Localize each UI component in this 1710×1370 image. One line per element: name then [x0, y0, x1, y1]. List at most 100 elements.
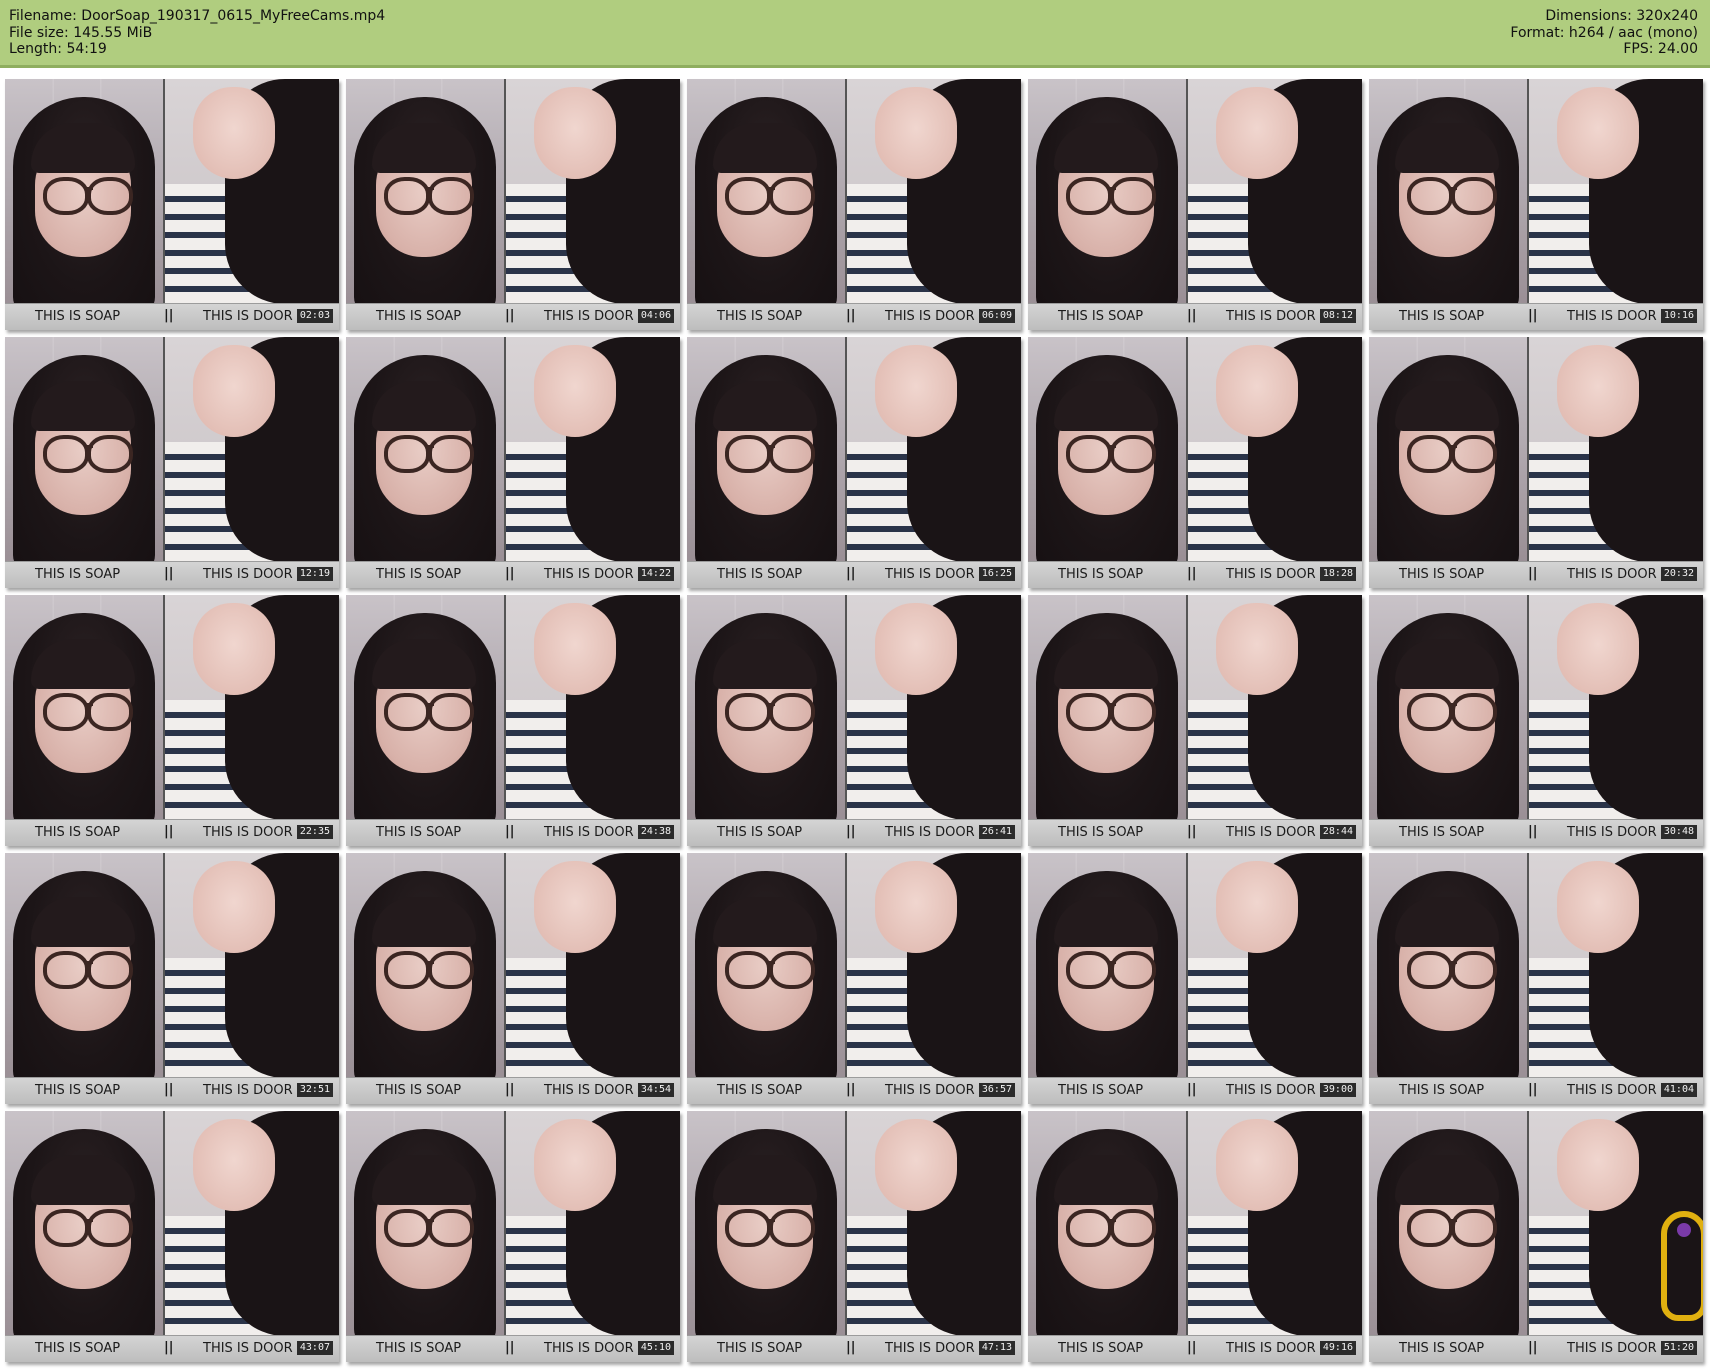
caption-separator: || [505, 824, 515, 839]
video-thumbnail[interactable]: THIS IS SOAP || THIS IS DOOR 36:57 [687, 853, 1021, 1104]
left-video-panel [5, 1111, 163, 1336]
glasses-bridge [767, 703, 775, 706]
video-thumbnail[interactable]: THIS IS SOAP || THIS IS DOOR 28:44 [1028, 595, 1362, 846]
caption-separator: || [846, 1082, 856, 1097]
caption-left-label: THIS IS SOAP [717, 309, 803, 324]
video-thumbnail[interactable]: THIS IS SOAP || THIS IS DOOR 39:00 [1028, 853, 1362, 1104]
video-thumbnail[interactable]: THIS IS SOAP || THIS IS DOOR 41:04 [1369, 853, 1703, 1104]
caption-separator: || [505, 1340, 515, 1355]
caption-separator: || [164, 566, 174, 581]
left-video-panel [5, 595, 163, 820]
video-thumbnail[interactable]: THIS IS SOAP || THIS IS DOOR 32:51 [5, 853, 339, 1104]
right-video-panel [165, 595, 339, 820]
caption-separator: || [1187, 1082, 1197, 1097]
caption-left-label: THIS IS SOAP [1399, 1083, 1485, 1098]
caption-left-label: THIS IS SOAP [35, 309, 121, 324]
timestamp-badge: 22:35 [296, 825, 333, 839]
caption-left-label: THIS IS SOAP [35, 825, 121, 840]
caption-separator: || [1528, 1340, 1538, 1355]
caption-separator: || [1528, 308, 1538, 323]
left-video-panel [346, 337, 504, 562]
glasses-bridge [767, 187, 775, 190]
left-video-panel [1028, 79, 1186, 304]
timestamp-badge: 30:48 [1660, 825, 1697, 839]
video-thumbnail[interactable]: THIS IS SOAP || THIS IS DOOR 12:19 [5, 337, 339, 588]
video-thumbnail[interactable]: THIS IS SOAP || THIS IS DOOR 51:20 [1369, 1111, 1703, 1362]
caption-left-label: THIS IS SOAP [717, 567, 803, 582]
left-video-panel [687, 337, 845, 562]
caption-separator: || [846, 1340, 856, 1355]
caption-right-label: THIS IS DOOR [1567, 567, 1657, 582]
caption-left-label: THIS IS SOAP [1058, 567, 1144, 582]
face-shape [1216, 345, 1298, 437]
right-video-panel [1188, 337, 1362, 562]
video-thumbnail[interactable]: THIS IS SOAP || THIS IS DOOR 06:09 [687, 79, 1021, 330]
video-thumbnail[interactable]: THIS IS SOAP || THIS IS DOOR 24:38 [346, 595, 680, 846]
left-video-panel [5, 337, 163, 562]
caption-left-label: THIS IS SOAP [35, 1341, 121, 1356]
video-thumbnail[interactable]: THIS IS SOAP || THIS IS DOOR 20:32 [1369, 337, 1703, 588]
caption-right-label: THIS IS DOOR [544, 567, 634, 582]
video-thumbnail[interactable]: THIS IS SOAP || THIS IS DOOR 47:13 [687, 1111, 1021, 1362]
glasses-right-lens [1451, 693, 1497, 731]
glasses-left-lens [384, 1209, 430, 1247]
video-thumbnail[interactable]: THIS IS SOAP || THIS IS DOOR 30:48 [1369, 595, 1703, 846]
timestamp-badge: 41:04 [1660, 1083, 1697, 1097]
caption-left-label: THIS IS SOAP [376, 567, 462, 582]
glasses-left-lens [384, 435, 430, 473]
video-thumbnail[interactable]: THIS IS SOAP || THIS IS DOOR 16:25 [687, 337, 1021, 588]
left-video-panel [1369, 595, 1527, 820]
video-thumbnail[interactable]: THIS IS SOAP || THIS IS DOOR 02:03 [5, 79, 339, 330]
right-video-panel [165, 853, 339, 1078]
face-shape [1557, 345, 1639, 437]
video-thumbnail[interactable]: THIS IS SOAP || THIS IS DOOR 26:41 [687, 595, 1021, 846]
glasses-left-lens [1066, 435, 1112, 473]
glasses-left-lens [1066, 177, 1112, 215]
caption-right-label: THIS IS DOOR [544, 309, 634, 324]
caption-separator: || [505, 308, 515, 323]
video-thumbnail[interactable]: THIS IS SOAP || THIS IS DOOR 45:10 [346, 1111, 680, 1362]
caption-separator: || [1528, 1082, 1538, 1097]
filename-text: Filename: DoorSoap_190317_0615_MyFreeCam… [9, 8, 386, 24]
caption-right-label: THIS IS DOOR [1226, 309, 1316, 324]
right-video-panel [1188, 595, 1362, 820]
face-shape [875, 1119, 957, 1211]
video-thumbnail[interactable]: THIS IS SOAP || THIS IS DOOR 22:35 [5, 595, 339, 846]
video-thumbnail[interactable]: THIS IS SOAP || THIS IS DOOR 14:22 [346, 337, 680, 588]
left-video-panel [1028, 337, 1186, 562]
glasses-right-lens [769, 951, 815, 989]
glasses-left-lens [1407, 951, 1453, 989]
video-thumbnail[interactable]: THIS IS SOAP || THIS IS DOOR 49:16 [1028, 1111, 1362, 1362]
video-thumbnail[interactable]: THIS IS SOAP || THIS IS DOOR 08:12 [1028, 79, 1362, 330]
caption-separator: || [1187, 824, 1197, 839]
video-thumbnail[interactable]: THIS IS SOAP || THIS IS DOOR 04:06 [346, 79, 680, 330]
caption-separator: || [846, 308, 856, 323]
glasses-bridge [426, 187, 434, 190]
glasses-right-lens [87, 693, 133, 731]
timestamp-badge: 12:19 [296, 567, 333, 581]
glasses-right-lens [1451, 1209, 1497, 1247]
right-video-panel [506, 853, 680, 1078]
face-shape [875, 861, 957, 953]
caption-separator: || [1528, 566, 1538, 581]
face-shape [1557, 603, 1639, 695]
video-thumbnail[interactable]: THIS IS SOAP || THIS IS DOOR 18:28 [1028, 337, 1362, 588]
glasses-bridge [1449, 1219, 1457, 1222]
thumbnail-caption: THIS IS SOAP || THIS IS DOOR 24:38 [346, 819, 680, 846]
caption-left-label: THIS IS SOAP [376, 309, 462, 324]
video-thumbnail[interactable]: THIS IS SOAP || THIS IS DOOR 34:54 [346, 853, 680, 1104]
caption-separator: || [164, 1340, 174, 1355]
caption-separator: || [1187, 566, 1197, 581]
glasses-right-lens [87, 951, 133, 989]
right-video-panel [847, 595, 1021, 820]
timestamp-badge: 36:57 [978, 1083, 1015, 1097]
left-video-panel [687, 595, 845, 820]
caption-left-label: THIS IS SOAP [376, 1083, 462, 1098]
video-thumbnail[interactable]: THIS IS SOAP || THIS IS DOOR 43:07 [5, 1111, 339, 1362]
face-shape [193, 87, 275, 179]
timestamp-badge: 02:03 [296, 309, 333, 323]
glasses-left-lens [725, 693, 771, 731]
glasses-left-lens [725, 1209, 771, 1247]
video-thumbnail[interactable]: THIS IS SOAP || THIS IS DOOR 10:16 [1369, 79, 1703, 330]
caption-separator: || [164, 308, 174, 323]
